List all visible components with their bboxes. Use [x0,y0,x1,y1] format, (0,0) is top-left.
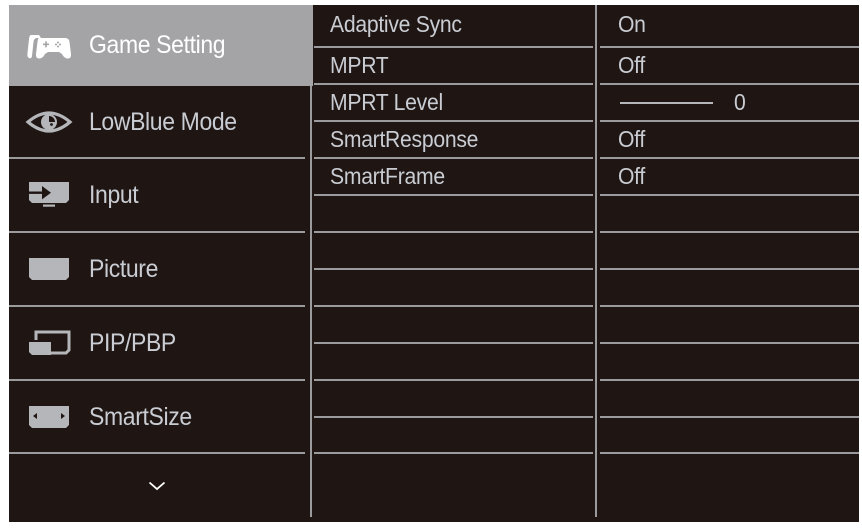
pip-icon [25,326,73,360]
sidebar-item-label: PIP/PBP [89,328,176,357]
chevron-down-icon [148,481,166,491]
row-divider [600,268,859,270]
row-divider [314,342,593,344]
value-mprt-level[interactable]: 0 [600,85,859,120]
value-mprt[interactable]: Off [600,48,859,83]
smartsize-icon [25,400,73,434]
setting-label: SmartFrame [330,163,445,189]
value-smartresponse[interactable]: Off [600,122,859,157]
scroll-down-button[interactable] [9,455,305,517]
sidebar-item-label: LowBlue Mode [89,107,237,136]
column-separator [310,86,312,517]
gamepad-icon [25,29,73,63]
sidebar-item-input[interactable]: Input [9,159,305,231]
setting-value: On [618,11,646,37]
picture-icon [25,252,73,286]
sidebar-item-smartsize[interactable]: SmartSize [9,381,305,453]
setting-adaptive-sync[interactable]: Adaptive Sync [314,7,593,42]
setting-label: SmartResponse [330,126,479,152]
sidebar-divider [9,452,305,454]
row-divider [314,305,593,307]
column-separator [595,5,597,517]
setting-value: Off [618,126,646,152]
row-divider [600,194,859,196]
row-divider [600,305,859,307]
sidebar-item-pip-pbp[interactable]: PIP/PBP [9,307,305,379]
row-divider [600,342,859,344]
setting-mprt-level[interactable]: MPRT Level [314,85,593,120]
sidebar-item-picture[interactable]: Picture [9,233,305,305]
value-adaptive-sync[interactable]: On [600,7,859,42]
osd-menu: Game Setting LowBlue Mode Input Picture … [9,5,859,522]
sidebar-item-label: Game Setting [89,31,226,59]
row-divider [314,194,593,196]
setting-label: Adaptive Sync [330,11,462,37]
row-divider [600,231,859,233]
input-icon [25,178,73,212]
sidebar-item-lowblue-mode[interactable]: LowBlue Mode [9,86,305,158]
setting-smartframe[interactable]: SmartFrame [314,159,593,194]
sidebar: Game Setting LowBlue Mode Input Picture … [9,5,313,522]
row-divider [600,379,859,381]
sidebar-item-game-setting[interactable]: Game Setting [9,5,313,86]
slider-value: 0 [734,89,746,115]
setting-smartresponse[interactable]: SmartResponse [314,122,593,157]
setting-value: Off [618,52,646,78]
setting-value: Off [618,163,646,189]
setting-label: MPRT [330,52,389,78]
sidebar-item-label: Picture [89,254,159,283]
row-divider [314,379,593,381]
row-divider [314,268,593,270]
row-divider [314,416,593,418]
row-divider [600,452,859,454]
setting-mprt[interactable]: MPRT [314,48,593,83]
eye-icon [25,105,73,139]
row-divider [314,452,593,454]
value-smartframe[interactable]: Off [600,159,859,194]
sidebar-item-label: SmartSize [89,402,192,431]
setting-label: MPRT Level [330,89,443,115]
row-divider [600,416,859,418]
row-divider [314,231,593,233]
sidebar-item-label: Input [89,180,139,209]
mprt-level-slider[interactable] [620,102,713,104]
